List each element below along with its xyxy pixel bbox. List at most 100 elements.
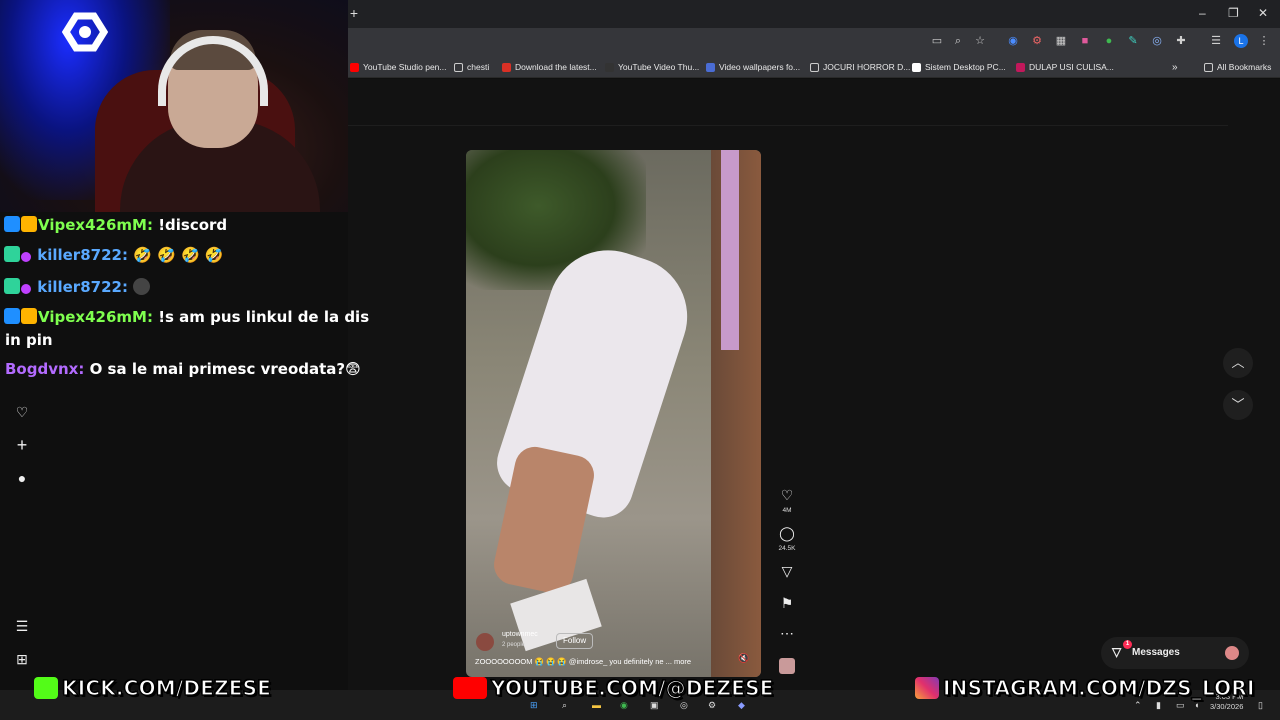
crown-badge-icon (21, 308, 37, 324)
chat-message: Vipex426mM: !s am pus linkul de la dis (4, 308, 369, 326)
bookmark-label: YouTube Video Thu... (618, 62, 700, 72)
profile-avatar-icon[interactable]: ● (14, 470, 30, 486)
more-options-icon[interactable]: ⋯ (778, 625, 796, 642)
extension-icon[interactable]: ● (1102, 34, 1116, 48)
chat-username: killer8722: (37, 246, 128, 264)
badge-icon (4, 246, 20, 262)
bookmark-item[interactable]: YouTube Studio pen... (350, 61, 447, 73)
creator-avatar[interactable] (476, 633, 494, 651)
chat-message: Bogdvnx: O sa le mai primesc vreodata?😨 (5, 360, 361, 378)
bookmark-item[interactable]: DULAP USI CULISA... (1016, 61, 1114, 73)
youtube-logo-icon (453, 677, 487, 699)
messages-button[interactable]: ▽ 1 Messages (1101, 637, 1249, 669)
bookmark-item[interactable]: Download the latest... (502, 61, 597, 73)
youtube-overlay: YOUTUBE.COM/@DEZESE (453, 674, 774, 702)
plus-icon[interactable]: + (14, 436, 30, 454)
chat-message: killer8722: (4, 278, 153, 296)
maximize-button[interactable]: ❐ (1228, 6, 1239, 20)
favicon-icon (912, 62, 921, 72)
notifications-icon[interactable]: ▯ (1258, 700, 1263, 711)
minimize-button[interactable]: – (1199, 6, 1206, 20)
comment-icon[interactable]: ◯ (778, 525, 796, 542)
favicon-icon (1016, 62, 1025, 72)
bookmark-item[interactable]: chesti (454, 61, 489, 73)
video-player[interactable]: uptownmec 2 people Follow ZOOOOOOOOM 😭 😭… (466, 150, 761, 677)
bookmark-item[interactable]: JOCURI HORROR D... (810, 61, 910, 73)
browser-titlebar (348, 0, 1280, 28)
bookmark-label: Download the latest... (515, 62, 597, 72)
badge-icon (4, 308, 20, 324)
cast-icon[interactable]: ▭ (930, 34, 944, 48)
folder-icon (454, 62, 463, 72)
zoom-icon[interactable]: ⌕ (951, 34, 965, 48)
extension-icon[interactable]: ◉ (1006, 34, 1020, 48)
share-icon[interactable]: ▽ (778, 563, 796, 580)
save-bookmark-icon[interactable]: ⚑ (778, 595, 796, 612)
crown-badge-icon (21, 216, 37, 232)
bookmark-label: YouTube Studio pen... (363, 62, 447, 72)
video-wall-trim (721, 150, 739, 350)
chevron-up-icon: ︿ (1231, 355, 1245, 370)
chat-text-continued: in pin (5, 331, 53, 349)
folder-icon (1204, 62, 1213, 72)
bookmark-item[interactable]: YouTube Video Thu... (605, 61, 699, 73)
extensions-puzzle-icon[interactable]: ✚ (1174, 34, 1188, 48)
mute-icon[interactable]: 🔇 (738, 653, 749, 664)
favicon-icon (502, 62, 511, 72)
all-bookmarks-button[interactable]: All Bookmarks (1204, 61, 1271, 73)
webcam-overlay (0, 0, 348, 212)
bookmark-label: DULAP USI CULISA... (1029, 62, 1114, 72)
browser-toolbar (348, 28, 1280, 56)
divider (348, 125, 1228, 126)
favicon-icon (350, 62, 359, 72)
instagram-link: INSTAGRAM.COM/DZS_LORI (942, 675, 1255, 700)
extension-icon[interactable]: ✎ (1126, 34, 1140, 48)
chat-message: Vipex426mM: !discord (4, 216, 227, 234)
next-video-button[interactable]: ﹀ (1223, 390, 1253, 420)
video-caption[interactable]: ZOOOOOOOOM 😭 😭 😭 @imdrose_ you definitel… (475, 657, 691, 666)
previous-video-button[interactable]: ︿ (1223, 348, 1253, 378)
creator-username[interactable]: uptownmec (502, 631, 538, 638)
clock-date: 3/30/2026 (1210, 702, 1244, 711)
bookmark-item[interactable]: Sistem Desktop PC... (912, 61, 1006, 73)
follow-button[interactable]: Follow (556, 633, 594, 649)
folder-icon (810, 62, 819, 72)
chat-text: O sa le mai primesc vreodata?😨 (89, 360, 361, 378)
favicon-icon (605, 62, 614, 72)
emote-icon (133, 278, 151, 295)
badge-icon (4, 278, 20, 294)
all-bookmarks-label: All Bookmarks (1217, 62, 1272, 72)
avatar (1225, 646, 1239, 660)
badge-icon (21, 284, 31, 294)
chat-text: 🤣 🤣 🤣 🤣 (133, 246, 224, 264)
screen: + – ❐ ✕ ▭ ⌕ ☆ ◉ ⚙ ▦ ■ ● ✎ ◎ ✚ ☰ L ⋮ YouT… (0, 0, 1280, 720)
profile-avatar[interactable]: L (1234, 34, 1248, 48)
extension-icon[interactable]: ▦ (1054, 34, 1068, 48)
more-bookmarks-button[interactable]: » (1172, 61, 1178, 73)
apps-icon[interactable]: ⊞ (14, 651, 30, 667)
close-button[interactable]: ✕ (1258, 6, 1268, 20)
bookmark-star-icon[interactable]: ☆ (973, 34, 987, 48)
chat-message: killer8722: 🤣 🤣 🤣 🤣 (4, 246, 224, 264)
kick-overlay: KICK.COM/DEZESE (34, 674, 271, 702)
tab-search-icon[interactable]: ☰ (1209, 34, 1223, 48)
instagram-overlay: INSTAGRAM.COM/DZS_LORI (915, 674, 1255, 702)
extension-icon[interactable]: ◎ (1150, 34, 1164, 48)
streamer-logo-icon (62, 12, 108, 52)
bookmark-label: Sistem Desktop PC... (925, 62, 1006, 72)
comment-count: 24.5K (778, 545, 796, 552)
chat-username: Vipex426mM: (38, 216, 153, 234)
extension-icon[interactable]: ■ (1078, 34, 1092, 48)
extension-icon[interactable]: ⚙ (1030, 34, 1044, 48)
send-icon: ▽ (1112, 645, 1122, 659)
new-tab-button[interactable]: + (347, 6, 361, 20)
menu-icon[interactable]: ☰ (14, 618, 30, 634)
sound-thumbnail[interactable] (779, 658, 795, 674)
menu-dots-icon[interactable]: ⋮ (1257, 34, 1271, 48)
youtube-link: YOUTUBE.COM/@DEZESE (490, 675, 774, 700)
bookmark-item[interactable]: Video wallpapers fo... (706, 61, 800, 73)
like-count: 4M (782, 507, 792, 514)
like-heart-icon[interactable]: ♡ (778, 487, 796, 504)
favicon-icon (706, 62, 715, 72)
heart-icon[interactable]: ♡ (14, 404, 30, 420)
